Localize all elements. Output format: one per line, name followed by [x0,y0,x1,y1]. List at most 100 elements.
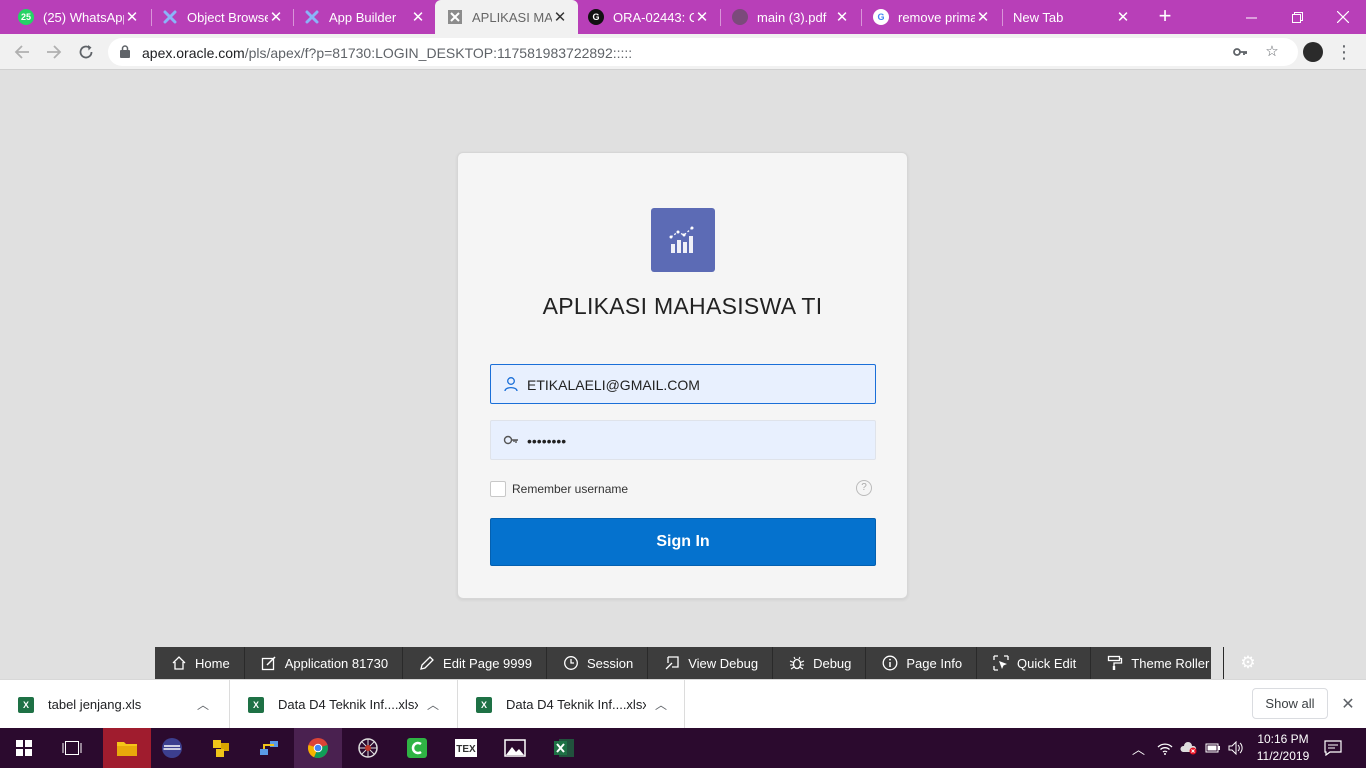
task-view-icon[interactable] [48,728,96,768]
reload-button[interactable] [75,41,97,63]
netbeans-icon[interactable] [197,728,245,768]
window-close-button[interactable] [1320,0,1366,34]
chevron-up-icon[interactable]: ︿ [418,696,448,713]
restore-button[interactable] [1274,0,1320,34]
url-host: apex.oracle.com [142,45,245,61]
chevron-up-icon[interactable]: ︿ [646,696,676,713]
apex-app-icon[interactable]: TEX [442,728,490,768]
close-icon[interactable]: ✕ [268,8,284,26]
download-item[interactable]: X Data D4 Teknik Inf....xlsx ︿ [458,680,685,729]
remember-username[interactable]: Remember username [490,481,628,497]
sign-in-button[interactable]: Sign In [490,518,876,566]
remember-label: Remember username [512,482,629,496]
tab-app-builder[interactable]: App Builder ✕ [286,0,436,34]
url-text[interactable]: apex.oracle.com/pls/apex/f?p=81730:LOGIN… [142,45,632,61]
new-tab-button[interactable]: + [1154,5,1176,27]
wifi-icon[interactable] [1157,728,1173,768]
photos-icon[interactable] [491,728,539,768]
notification-icon[interactable] [1324,728,1342,768]
chrome-icon[interactable] [294,728,342,768]
clock-date: 11/2/2019 [1256,749,1310,763]
help-icon[interactable]: ? [856,480,872,496]
dev-item-label: Debug [813,655,852,671]
close-icon[interactable]: ✕ [834,8,850,26]
tab-aplikasi-mahasiswa[interactable]: APLIKASI MAHASISWA TI ✕ [435,0,578,34]
back-button[interactable] [11,41,33,63]
login-card: APLIKASI MAHASISWA TI •••••••• Remember … [457,152,908,599]
dev-edit-page-button[interactable]: Edit Page 9999 [403,647,547,679]
bug-icon [789,655,805,671]
close-icon[interactable]: ✕ [124,8,140,26]
download-name: Data D4 Teknik Inf....xlsx [278,697,418,712]
svg-text:TEX: TEX [456,744,476,755]
bookmark-star-icon[interactable]: ☆ [1264,44,1280,60]
profile-avatar[interactable] [1303,42,1323,62]
camtasia-icon[interactable] [393,728,441,768]
dev-item-label: Edit Page 9999 [443,655,532,671]
tray-chevron-up-icon[interactable]: ︿ [1132,728,1145,768]
download-name: tabel jenjang.xls [48,697,142,712]
close-icon[interactable]: ✕ [410,8,426,26]
taskbar-clock[interactable]: 10:16 PM 11/2/2019 [1250,731,1316,765]
volume-icon[interactable] [1228,728,1244,768]
menu-dots-icon[interactable]: ⋮ [1335,42,1353,62]
dev-settings-button[interactable]: ⚙ [1224,647,1271,679]
pdf-icon [732,9,748,25]
key-icon[interactable] [1232,44,1248,60]
tab-whatsapp[interactable]: 25 (25) WhatsApp ✕ [0,0,150,34]
close-icon[interactable]: ✕ [694,8,710,26]
dev-session-button[interactable]: Session [547,647,649,679]
forward-button[interactable] [43,41,65,63]
download-item[interactable]: X Data D4 Teknik Inf....xlsx ︿ [230,680,458,729]
excel-icon[interactable] [540,728,588,768]
windows-start-icon[interactable] [0,728,48,768]
url-path: /pls/apex/f?p=81730:LOGIN_DESKTOP:117581… [244,45,633,61]
lock-icon[interactable] [120,45,130,58]
home-icon [171,655,187,671]
dev-page-info-button[interactable]: Page Info [866,647,978,679]
close-icon[interactable]: ✕ [552,8,568,26]
dev-view-debug-button[interactable]: View Debug [648,647,774,679]
dev-quick-edit-button[interactable]: Quick Edit [977,647,1092,679]
tab-main-pdf[interactable]: main (3).pdf ✕ [714,0,860,34]
tab-object-browser[interactable]: Object Browser ✕ [144,0,294,34]
download-name: Data D4 Teknik Inf....xlsx [506,697,646,712]
battery-icon[interactable] [1205,728,1221,768]
file-explorer-icon[interactable] [103,728,151,768]
download-item[interactable]: X tabel jenjang.xls ︿ [0,680,230,729]
github-icon: G [588,9,604,25]
close-icon[interactable]: ✕ [1340,694,1356,714]
dev-theme-roller-button[interactable]: Theme Roller [1091,647,1225,679]
dev-application-button[interactable]: Application 81730 [245,647,404,679]
tab-title: (25) WhatsApp [43,9,124,25]
tab-new-tab[interactable]: New Tab ✕ [995,0,1141,34]
minimize-button[interactable] [1228,0,1274,34]
show-all-button[interactable]: Show all [1252,688,1328,719]
dev-home-button[interactable]: Home [155,647,245,679]
password-field[interactable]: •••••••• [490,420,876,460]
tab-title: ORA-02443: Cannot drop constraint [613,9,694,25]
chevron-up-icon[interactable]: ︿ [188,696,218,713]
dev-item-label: Application 81730 [284,655,389,671]
username-input[interactable] [527,377,857,393]
dev-item-label: Quick Edit [1017,655,1077,671]
network-app-icon[interactable] [245,728,293,768]
tab-title: App Builder [329,9,397,25]
remember-checkbox[interactable] [490,481,506,497]
tab-ora-02443[interactable]: G ORA-02443: Cannot drop constraint ✕ [578,0,720,34]
google-icon: G [873,9,889,25]
username-field[interactable] [490,364,876,404]
edit-icon [261,655,277,671]
tab-remove-primary[interactable]: G remove primary key ✕ [855,0,1001,34]
close-icon[interactable]: ✕ [975,8,991,26]
excel-file-icon: X [248,696,264,713]
gear-icon: ⚙ [1240,653,1256,672]
spider-app-icon[interactable] [344,728,392,768]
address-bar[interactable]: apex.oracle.com/pls/apex/f?p=81730:LOGIN… [108,38,1298,66]
password-input[interactable]: •••••••• [527,433,857,449]
dev-debug-button[interactable]: Debug [773,647,867,679]
eclipse-icon[interactable] [148,728,196,768]
onedrive-error-icon[interactable] [1180,728,1198,768]
close-icon[interactable]: ✕ [1115,8,1131,26]
tab-title: remove primary key [898,9,975,25]
